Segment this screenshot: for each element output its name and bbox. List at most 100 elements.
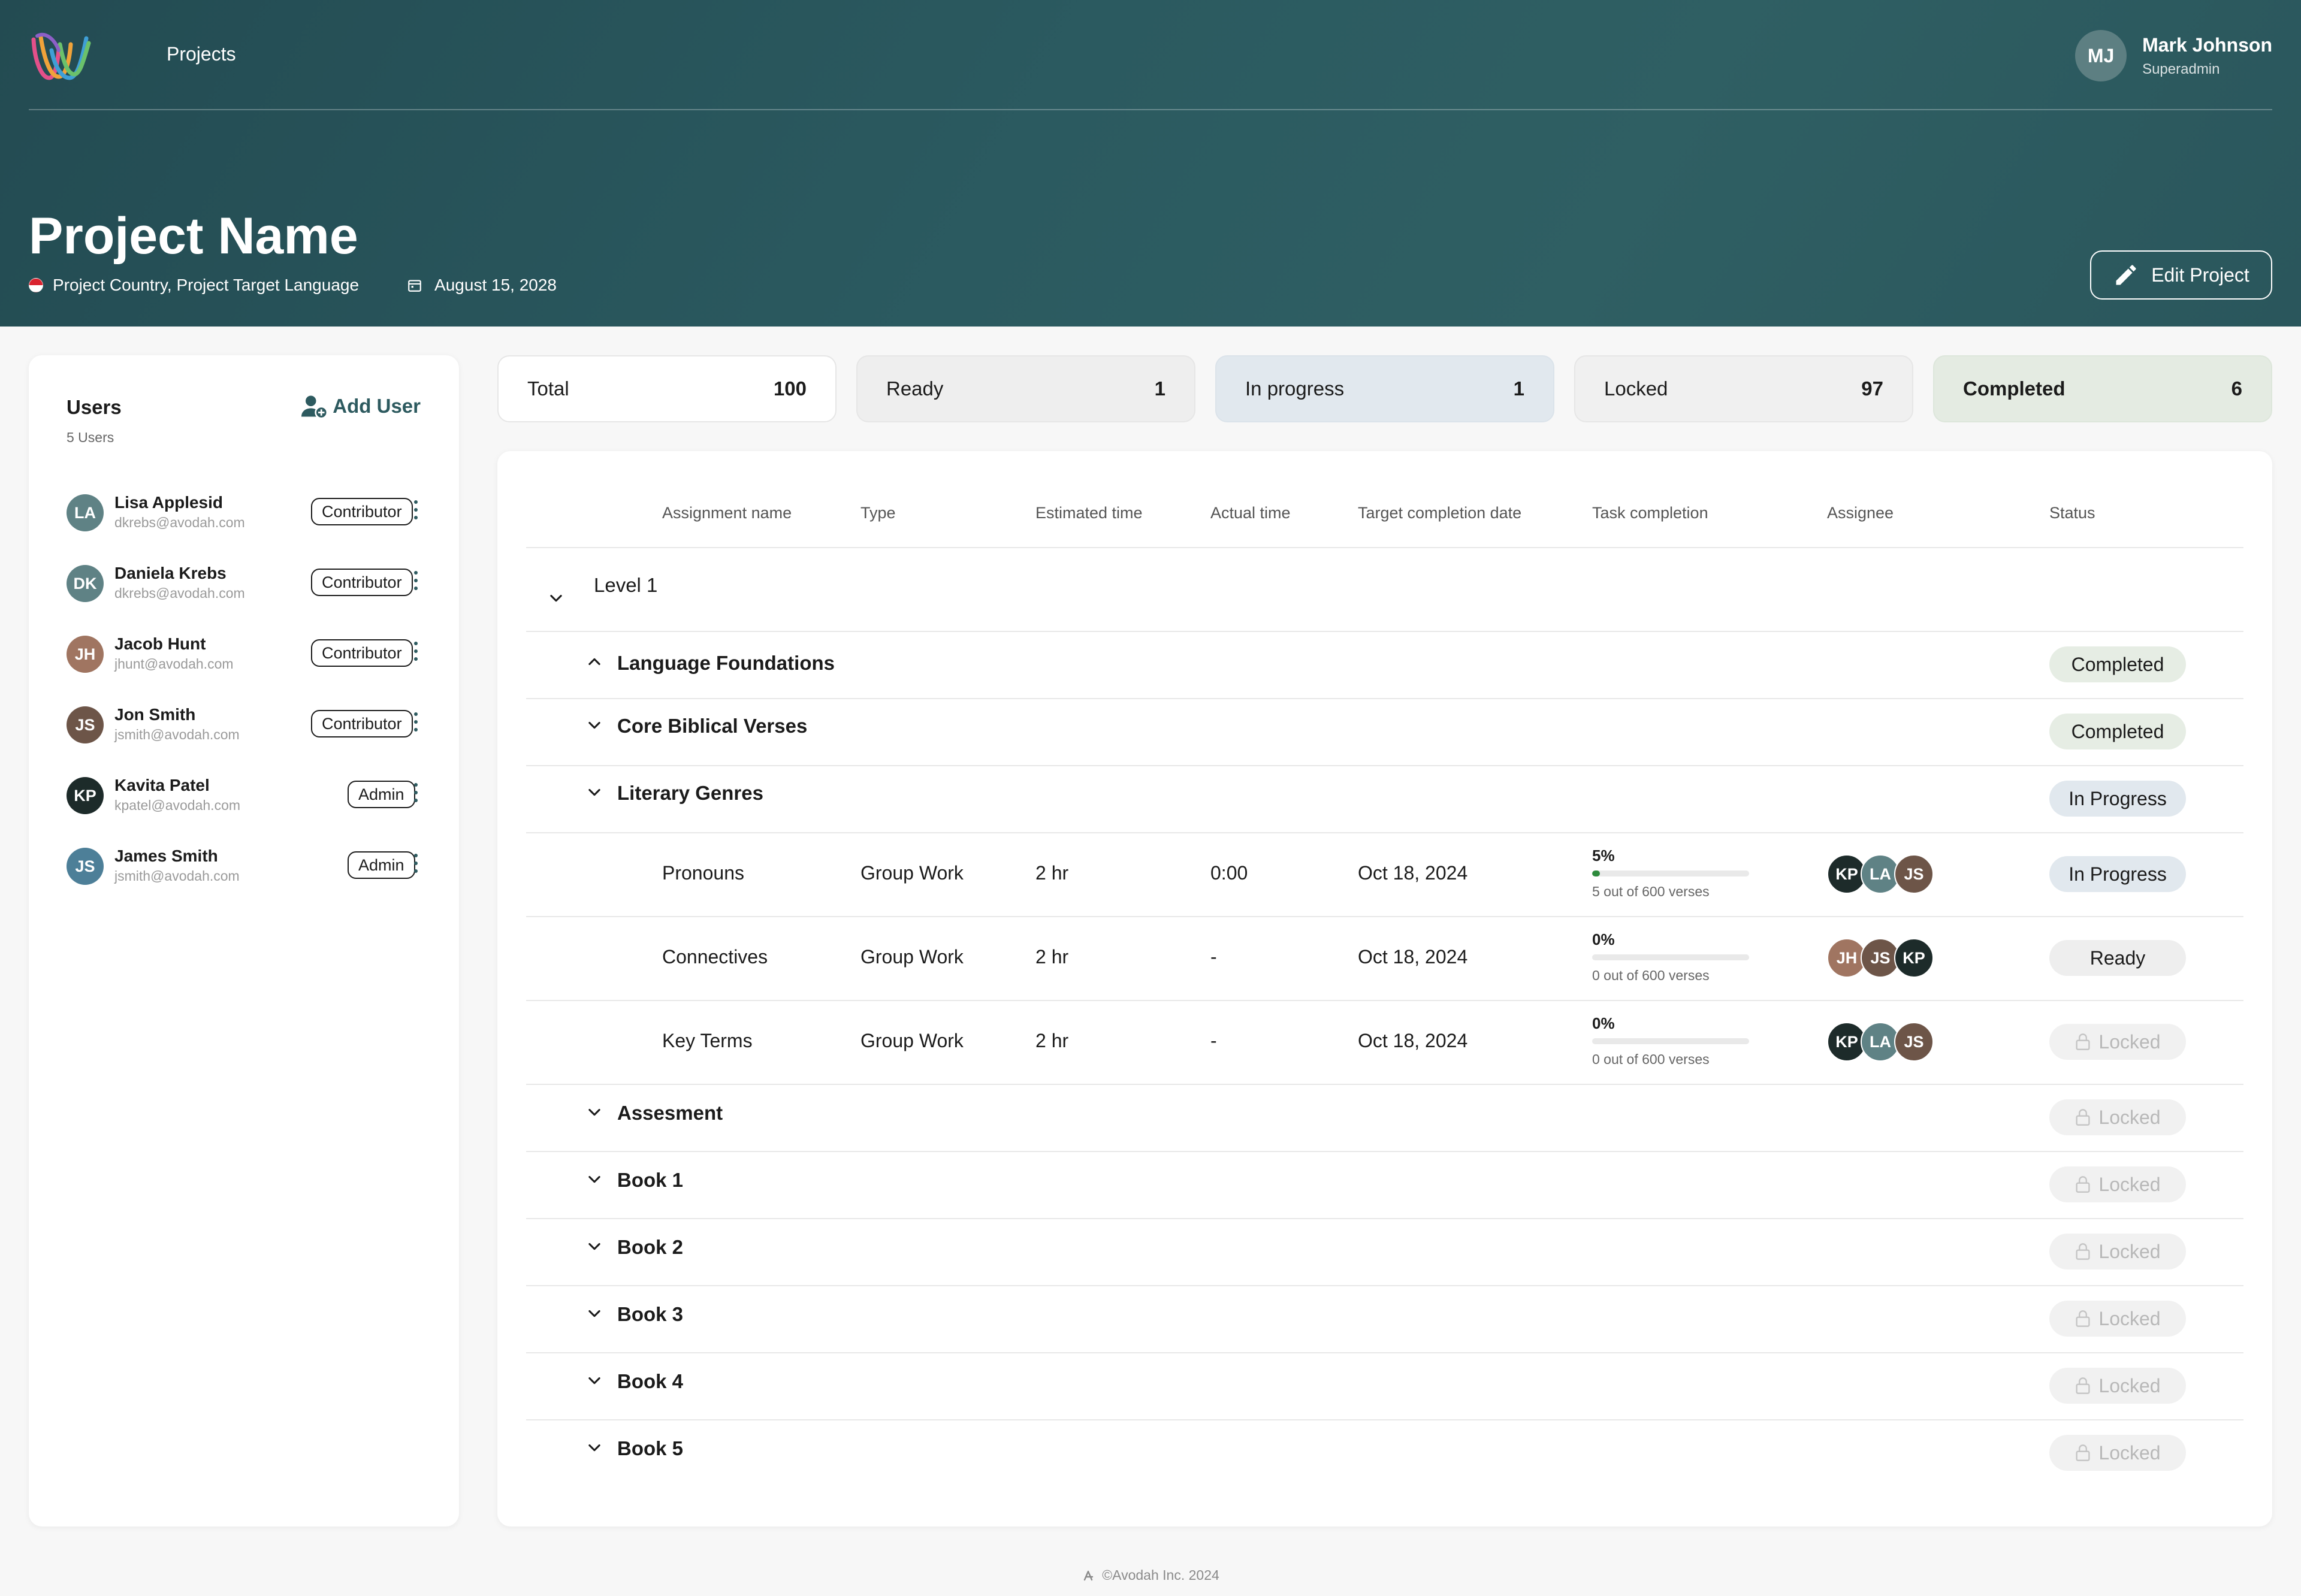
user-list-item[interactable]: KP Kavita Patel kpatel@avodah.com Admin: [67, 775, 420, 817]
chevron-down-icon[interactable]: [586, 1372, 603, 1389]
assignment-type: Group Work: [860, 946, 964, 968]
stat-completed-card[interactable]: Completed 6: [1933, 355, 2272, 422]
divider: [526, 698, 2243, 699]
more-options-icon[interactable]: [412, 642, 420, 666]
group-label[interactable]: Literary Genres: [617, 782, 763, 805]
actual-time: -: [1210, 1030, 1217, 1051]
stat-ready-card[interactable]: Ready 1: [856, 355, 1195, 422]
nav-projects-link[interactable]: Projects: [167, 43, 236, 65]
avatar: KP: [1894, 938, 1934, 978]
user-list-item[interactable]: JS James Smith jsmith@avodah.com Admin: [67, 845, 420, 887]
column-header[interactable]: Type: [860, 504, 896, 522]
top-bar: Projects MJ Mark Johnson Superadmin: [29, 0, 2272, 110]
stat-total-card[interactable]: Total 100: [497, 355, 837, 422]
group-label[interactable]: Book 1: [617, 1169, 683, 1192]
user-name: James Smith: [114, 847, 218, 865]
avatar: LA: [67, 494, 104, 531]
stat-label: Locked: [1604, 377, 1668, 400]
more-options-icon[interactable]: [412, 571, 420, 595]
assignee-avatars[interactable]: JH JS KP: [1827, 938, 1934, 978]
avatar: JS: [67, 848, 104, 885]
target-date: Oct 18, 2024: [1358, 946, 1468, 968]
group-label[interactable]: Language Foundations: [617, 652, 835, 675]
user-list-item[interactable]: DK Daniela Krebs dkrebs@avodah.com Contr…: [67, 563, 420, 604]
user-list-item[interactable]: LA Lisa Applesid dkrebs@avodah.com Contr…: [67, 492, 420, 534]
lock-icon: [2076, 1377, 2090, 1394]
divider: [526, 1000, 2243, 1001]
user-name: Daniela Krebs: [114, 564, 227, 582]
stat-value: 97: [1861, 377, 1883, 400]
pencil-icon: [2116, 265, 2136, 285]
stat-label: In progress: [1245, 377, 1345, 400]
chevron-down-icon[interactable]: [586, 1171, 603, 1187]
lock-icon: [2076, 1444, 2090, 1461]
project-meta: Project Country, Project Target Language…: [29, 276, 557, 295]
divider: [526, 631, 2243, 632]
group-label[interactable]: Assesment: [617, 1102, 723, 1125]
avatar: KP: [67, 777, 104, 814]
column-header[interactable]: Estimated time: [1035, 504, 1143, 522]
column-header[interactable]: Target completion date: [1358, 504, 1521, 522]
role-badge: Admin: [348, 851, 415, 879]
role-badge: Contributor: [311, 710, 413, 737]
estimated-time: 2 hr: [1035, 1030, 1069, 1051]
stat-value: 100: [773, 377, 807, 400]
assignee-avatars[interactable]: KP LA JS: [1827, 854, 1934, 894]
status-label: Locked: [2098, 1173, 2161, 1195]
divider: [526, 765, 2243, 766]
app-logo[interactable]: [29, 26, 95, 86]
lock-icon: [2076, 1243, 2090, 1260]
column-header[interactable]: Actual time: [1210, 504, 1291, 522]
group-label[interactable]: Book 2: [617, 1236, 683, 1259]
more-options-icon[interactable]: [412, 712, 420, 736]
group-label[interactable]: Book 3: [617, 1303, 683, 1326]
more-options-icon[interactable]: [412, 783, 420, 807]
current-user-menu[interactable]: MJ Mark Johnson Superadmin: [2075, 30, 2272, 81]
user-email: jsmith@avodah.com: [114, 727, 240, 742]
level-label[interactable]: Level 1: [594, 574, 657, 597]
chevron-down-icon[interactable]: [548, 590, 564, 606]
avodah-logo-icon: [1084, 1570, 1094, 1580]
status-badge: Locked: [2049, 1166, 2186, 1202]
actual-time: -: [1210, 946, 1217, 968]
target-date: Oct 18, 2024: [1358, 862, 1468, 884]
assignment-name[interactable]: Key Terms: [662, 1030, 753, 1052]
group-label[interactable]: Core Biblical Verses: [617, 715, 807, 737]
assignee-avatars[interactable]: KP LA JS: [1827, 1022, 1934, 1062]
chevron-down-icon[interactable]: [586, 1104, 603, 1120]
footer: ©Avodah Inc. 2024: [0, 1567, 2301, 1583]
status-badge: Locked: [2049, 1435, 2186, 1471]
user-list-item[interactable]: JS Jon Smith jsmith@avodah.com Contribut…: [67, 704, 420, 746]
assignment-name[interactable]: Connectives: [662, 946, 768, 968]
column-header[interactable]: Status: [2049, 504, 2095, 522]
page-title: Project Name: [29, 207, 358, 265]
flag-icon: [29, 278, 43, 292]
add-user-button[interactable]: Add User: [300, 394, 421, 419]
estimated-time: 2 hr: [1035, 946, 1069, 968]
chevron-down-icon[interactable]: [586, 717, 603, 733]
user-list-item[interactable]: JH Jacob Hunt jhunt@avodah.com Contribut…: [67, 633, 420, 675]
stat-in-progress-card[interactable]: In progress 1: [1215, 355, 1554, 422]
add-user-label: Add User: [333, 395, 421, 417]
chevron-down-icon[interactable]: [586, 1305, 603, 1322]
edit-project-button[interactable]: Edit Project: [2090, 250, 2272, 300]
chevron-up-icon[interactable]: [586, 654, 603, 670]
column-header[interactable]: Assignment name: [662, 504, 792, 522]
group-label[interactable]: Book 5: [617, 1437, 683, 1460]
add-user-icon: [301, 395, 328, 419]
assignment-name[interactable]: Pronouns: [662, 862, 744, 884]
more-options-icon[interactable]: [412, 500, 420, 524]
chevron-down-icon[interactable]: [586, 1238, 603, 1255]
chevron-down-icon[interactable]: [586, 1439, 603, 1456]
chevron-down-icon[interactable]: [586, 784, 603, 800]
column-header[interactable]: Task completion: [1592, 504, 1708, 522]
verses-count: 5 out of 600 verses: [1592, 884, 1710, 899]
column-header[interactable]: Assignee: [1827, 504, 1894, 522]
stat-locked-card[interactable]: Locked 97: [1574, 355, 1913, 422]
user-name: Mark Johnson: [2142, 34, 2272, 56]
users-count: 5 Users: [67, 430, 114, 445]
avatar: JS: [1894, 854, 1934, 894]
user-name: Jacob Hunt: [114, 634, 206, 653]
group-label[interactable]: Book 4: [617, 1370, 683, 1393]
more-options-icon[interactable]: [412, 854, 420, 878]
